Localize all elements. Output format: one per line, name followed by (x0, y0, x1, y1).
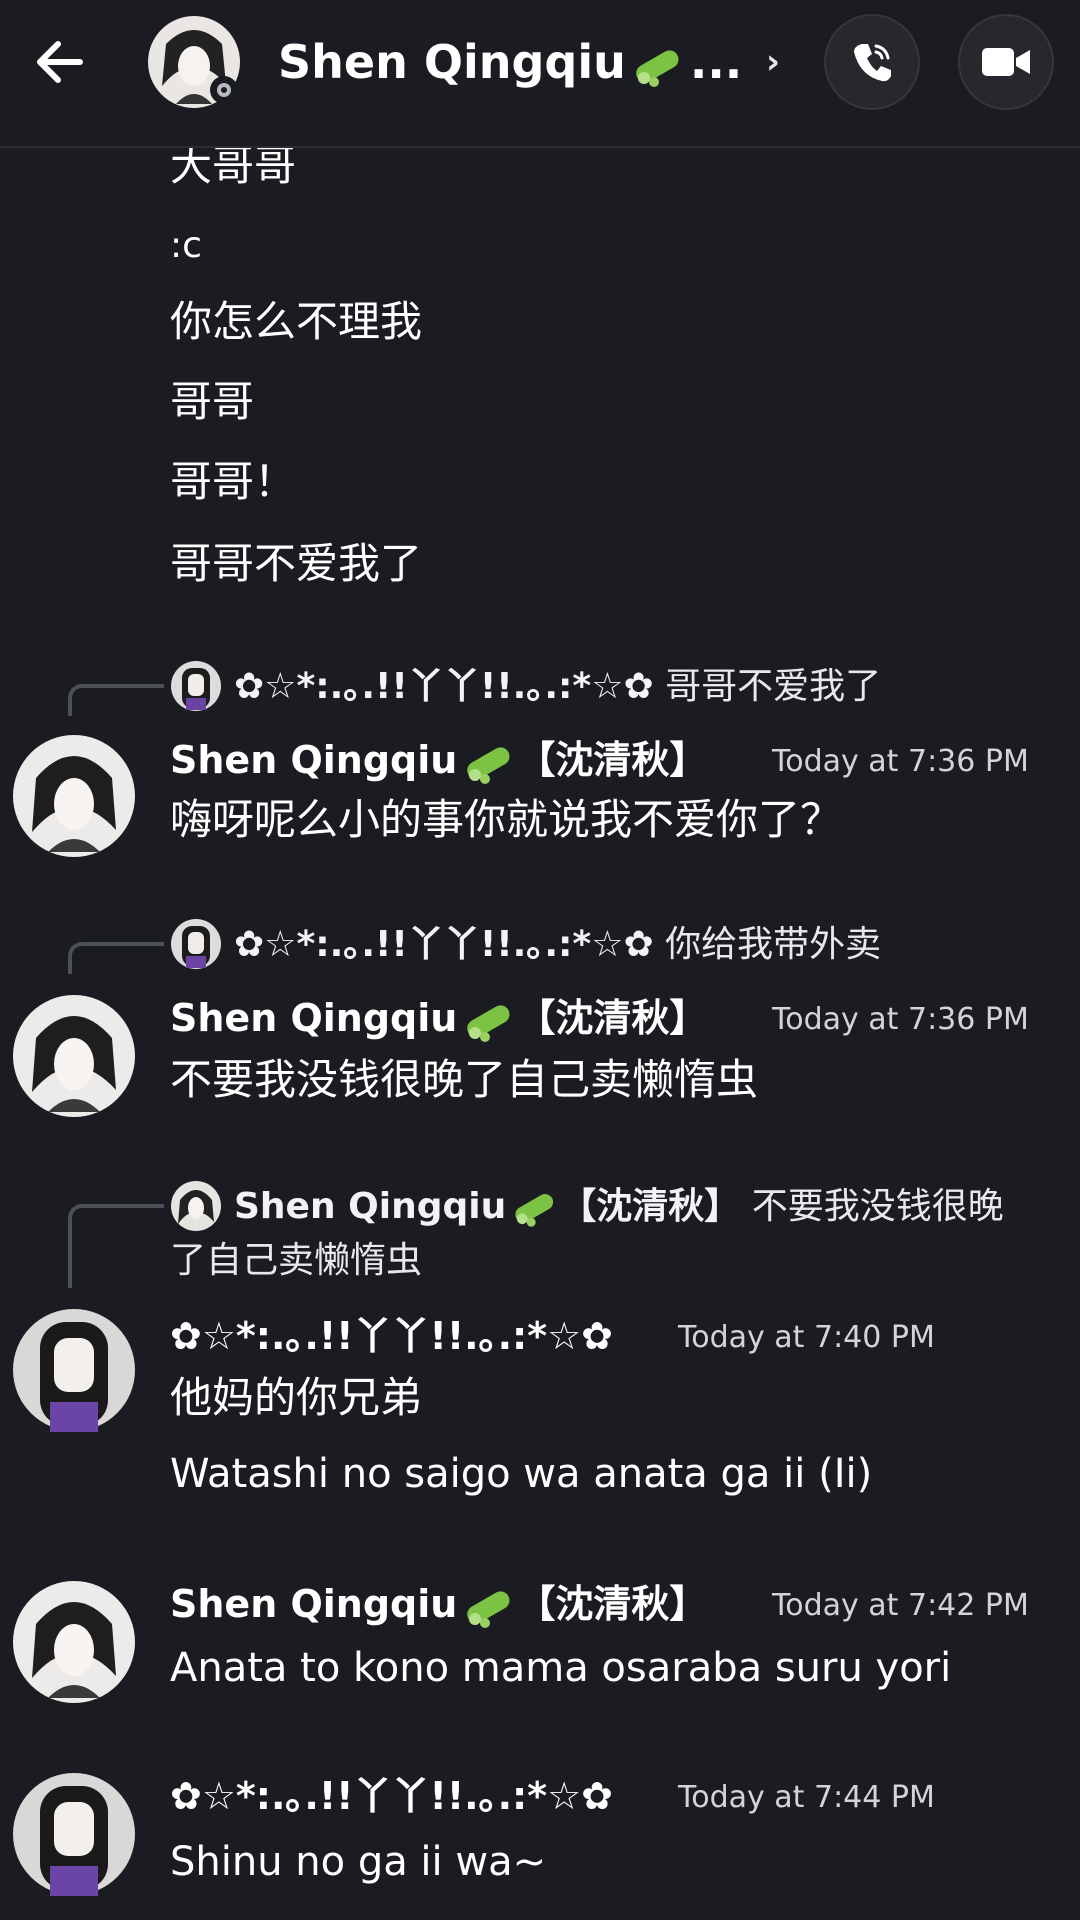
cucumber-emoji-icon (636, 49, 679, 87)
reply-preview[interactable]: ✿☆*:.｡.!!丫丫!!.｡.:*☆✿ 你给我带外卖 (234, 921, 881, 969)
avatar[interactable] (12, 1772, 136, 1896)
reply-preview-continued[interactable]: 了自己卖懒惰虫 (170, 1236, 422, 1286)
back-button[interactable] (28, 30, 92, 94)
channel-header: Shen Qingqiu... › (0, 0, 1080, 148)
message-author[interactable]: Shen Qingqiu 【沈清秋】 (170, 734, 707, 786)
video-call-button[interactable] (958, 14, 1054, 110)
reply-avatar[interactable] (170, 660, 222, 712)
message-line: :c (170, 225, 202, 266)
avatar[interactable] (12, 1308, 136, 1432)
phone-icon (854, 44, 891, 82)
message-timestamp: Today at 7:40 PM (678, 1320, 935, 1355)
message-line: 哥哥 (170, 377, 255, 426)
message-timestamp: Today at 7:36 PM (772, 1002, 1029, 1037)
cucumber-emoji-icon (515, 1194, 554, 1227)
reply-connector (68, 942, 164, 974)
message-line: 哥哥！ (170, 457, 297, 506)
message-author[interactable]: Shen Qingqiu 【沈清秋】 (170, 992, 707, 1044)
message-line: 哥哥不爱我了 (170, 539, 423, 588)
message-text: Anata to kono mama osaraba suru yori (170, 1645, 952, 1691)
call-button[interactable] (824, 14, 920, 110)
message-author[interactable]: ✿☆*:.｡.!!丫丫!!.｡.:*☆✿ (170, 1770, 613, 1822)
message-author[interactable]: Shen Qingqiu 【沈清秋】 (170, 1578, 707, 1630)
message-timestamp: Today at 7:36 PM (772, 744, 1029, 779)
message-author[interactable]: ✿☆*:.｡.!!丫丫!!.｡.:*☆✿ (170, 1310, 613, 1362)
arrow-left-icon (37, 41, 83, 83)
reply-connector (68, 684, 164, 716)
cucumber-emoji-icon (467, 1590, 510, 1628)
message-text: Shinu no ga ii wa~ (170, 1839, 547, 1885)
reply-connector (68, 1204, 164, 1288)
message-text: 嗨呀呢么小的事你就说我不爱你了？ (170, 795, 843, 844)
message-text: 不要我没钱很晚了自己卖懒惰虫 (170, 1055, 759, 1104)
cucumber-emoji-icon (467, 1004, 510, 1042)
reply-preview[interactable]: ✿☆*:.｡.!!丫丫!!.｡.:*☆✿ 哥哥不爱我了 (234, 663, 881, 711)
message-line: 你怎么不理我 (170, 297, 423, 346)
reply-avatar[interactable] (170, 1180, 222, 1232)
message-timestamp: Today at 7:44 PM (678, 1780, 935, 1815)
cucumber-emoji-icon (467, 746, 510, 784)
avatar[interactable] (12, 994, 136, 1118)
video-camera-icon (982, 48, 1030, 76)
reply-avatar[interactable] (170, 918, 222, 970)
message-text: Watashi no saigo wa anata ga ii (Ii) (170, 1451, 873, 1497)
status-indicator (210, 76, 238, 104)
reply-preview[interactable]: Shen Qingqiu 【沈清秋】 不要我没钱很晚 (234, 1183, 1004, 1231)
channel-title[interactable]: Shen Qingqiu... (278, 30, 742, 94)
message-text: 他妈的你兄弟 (170, 1373, 423, 1422)
avatar[interactable] (12, 1580, 136, 1704)
message-timestamp: Today at 7:42 PM (772, 1588, 1029, 1623)
avatar[interactable] (12, 734, 136, 858)
chevron-right-icon[interactable]: › (766, 42, 780, 82)
